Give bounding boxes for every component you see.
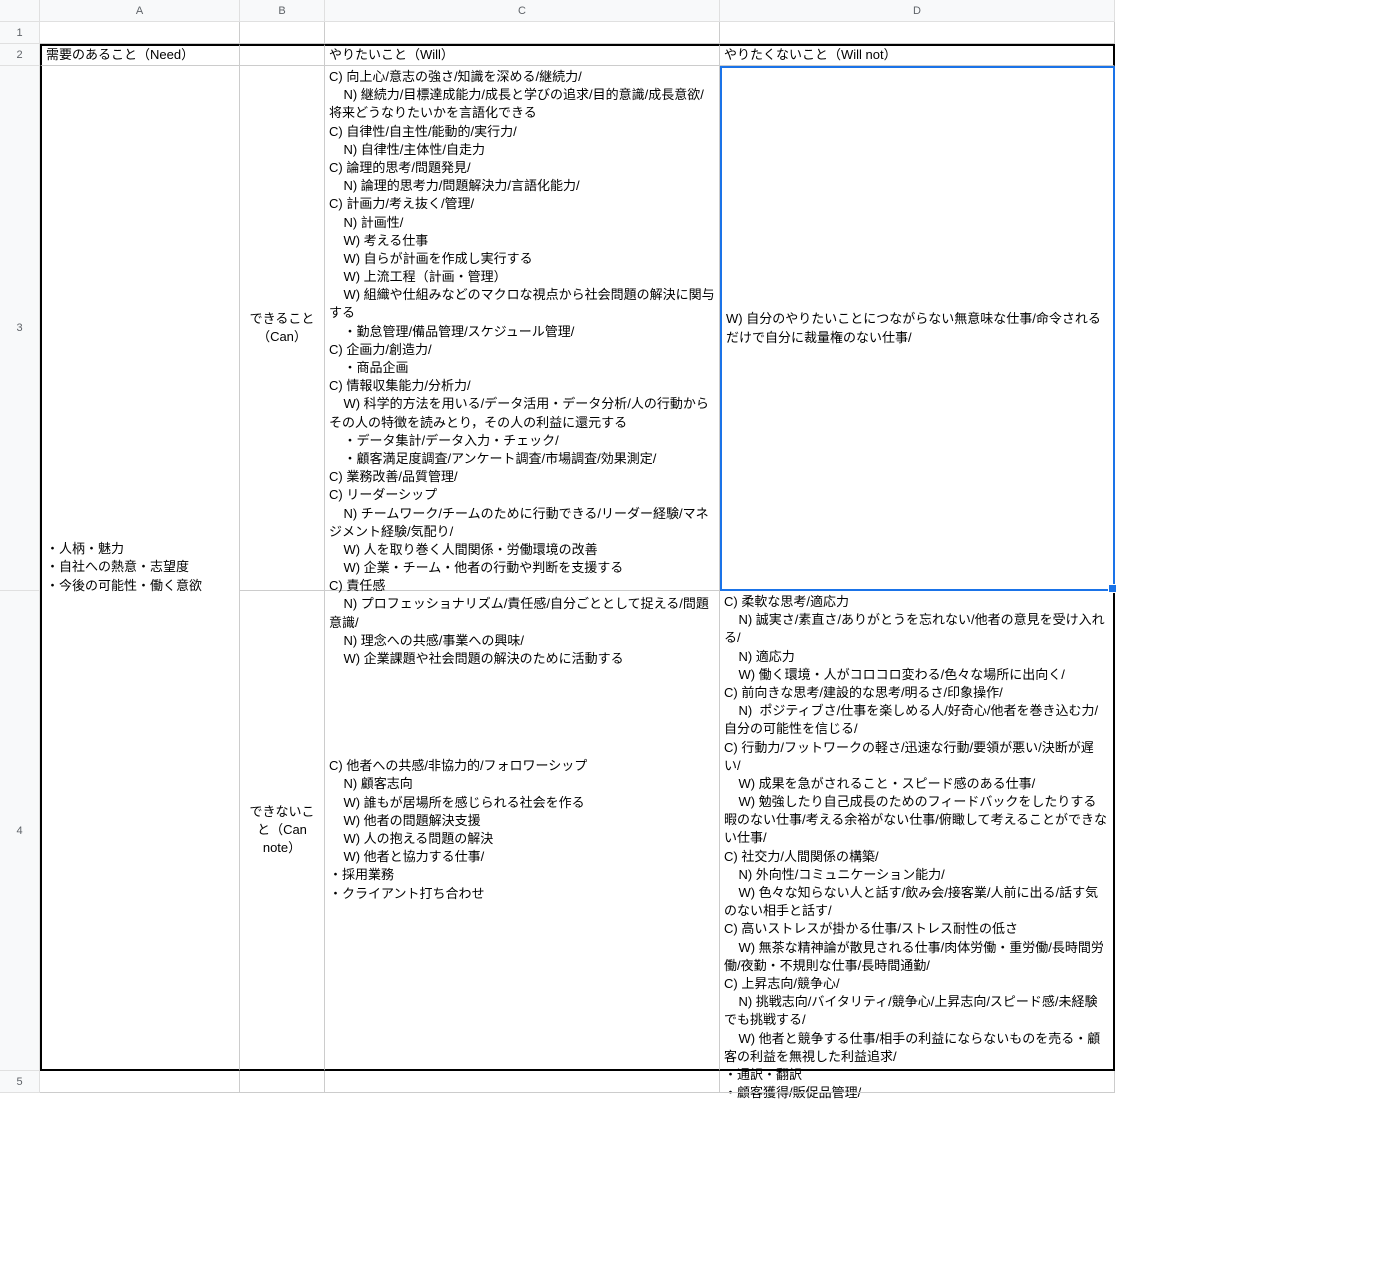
cell-c2[interactable]: やりたいこと（Will） [325, 44, 720, 66]
cell-b2[interactable] [240, 44, 325, 66]
row-header-1[interactable]: 1 [0, 22, 40, 44]
cell-d2[interactable]: やりたくないこと（Will not） [720, 44, 1115, 66]
col-header-b[interactable]: B [240, 0, 325, 22]
cell-b5[interactable] [240, 1071, 325, 1093]
cell-d1[interactable] [720, 22, 1115, 44]
cell-b3[interactable]: できること（Can） [240, 66, 325, 591]
row-header-4[interactable]: 4 [0, 591, 40, 1071]
cell-d4[interactable]: C) 柔軟な思考/適応力 N) 誠実さ/素直さ/ありがとうを忘れない/他者の意見… [720, 591, 1115, 1071]
cell-b1[interactable] [240, 22, 325, 44]
cell-c1[interactable] [325, 22, 720, 44]
row-header-5[interactable]: 5 [0, 1071, 40, 1093]
select-all-corner[interactable] [0, 0, 40, 22]
row-header-2[interactable]: 2 [0, 44, 40, 66]
cell-a1[interactable] [40, 22, 240, 44]
cell-c4[interactable]: C) 他者への共感/非協力的/フォロワーシップ N) 顧客志向 W) 誰もが居場… [325, 591, 720, 1071]
cell-c3[interactable]: C) 向上心/意志の強さ/知識を深める/継続力/ N) 継続力/目標達成能力/成… [325, 66, 720, 591]
col-header-a[interactable]: A [40, 0, 240, 22]
spreadsheet-grid[interactable]: A B C D 1 2 需要のあること（Need） やりたいこと（Will） や… [0, 0, 1115, 1093]
col-header-c[interactable]: C [325, 0, 720, 22]
cell-d5[interactable] [720, 1071, 1115, 1093]
cell-a2[interactable]: 需要のあること（Need） [40, 44, 240, 66]
row-header-3[interactable]: 3 [0, 66, 40, 591]
cell-a5[interactable] [40, 1071, 240, 1093]
cell-b4[interactable]: できないこと（Can note） [240, 591, 325, 1071]
cell-a3-merged[interactable]: ・人柄・魅力 ・自社への熱意・志望度 ・今後の可能性・働く意欲 [40, 66, 240, 1071]
cell-c5[interactable] [325, 1071, 720, 1093]
cell-d3-selected[interactable]: W) 自分のやりたいことにつながらない無意味な仕事/命令されるだけで自分に裁量権… [720, 66, 1115, 591]
col-header-d[interactable]: D [720, 0, 1115, 22]
